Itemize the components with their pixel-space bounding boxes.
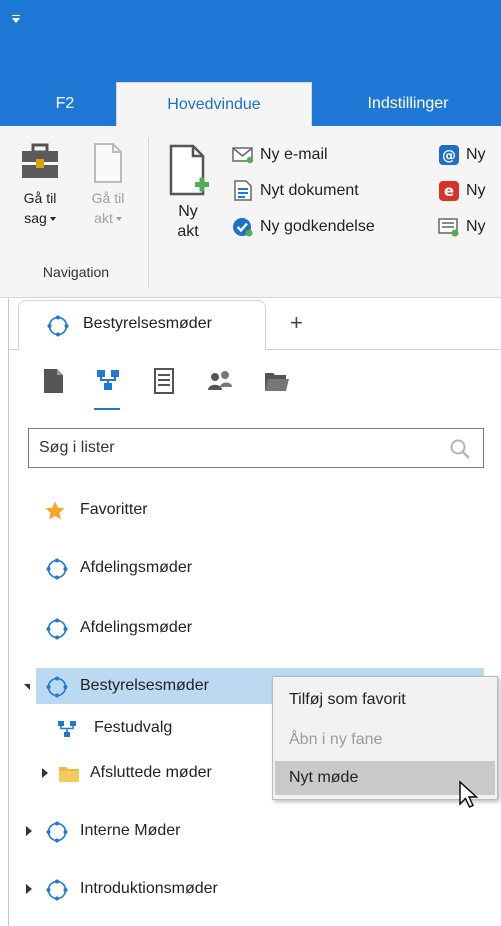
meeting-cycle-icon xyxy=(46,676,68,698)
tree-item-label: Introduktionsmøder xyxy=(80,880,218,897)
tree-item-label: Festudvalg xyxy=(94,719,173,736)
briefcase-icon xyxy=(22,143,58,178)
tab-indstillinger[interactable]: Indstillinger xyxy=(328,82,488,126)
meeting-cycle-icon xyxy=(47,315,69,337)
tree-item-label: Interne Møder xyxy=(80,822,181,839)
meeting-cycle-icon xyxy=(46,558,68,580)
quick-access-dropdown-icon[interactable] xyxy=(12,15,20,23)
new-mail-variant-button[interactable]: @ Ny xyxy=(438,142,486,168)
form-icon xyxy=(438,218,459,237)
new-text-document-button[interactable]: Nyt dokument xyxy=(232,178,359,204)
folder-view-icon[interactable] xyxy=(262,366,290,396)
svg-text:@: @ xyxy=(442,148,456,164)
meeting-cycle-icon xyxy=(46,879,68,901)
star-icon xyxy=(45,501,65,520)
envelope-icon xyxy=(232,147,254,163)
tree-item-interne-moder[interactable]: Interne Møder xyxy=(36,813,476,849)
hierarchy-view-icon[interactable] xyxy=(94,366,122,396)
menu-item-open-new-tab: Åbn i ny fane xyxy=(289,731,383,748)
doc-tab-bestyrelsesmoder[interactable]: Bestyrelsesmøder xyxy=(18,300,266,350)
new-email-button[interactable]: Ny e-mail xyxy=(232,142,328,168)
goto-doc-button[interactable]: Gå til akt xyxy=(78,142,138,228)
approval-check-icon xyxy=(233,217,253,237)
add-tab-icon[interactable]: + xyxy=(290,310,303,336)
new-document-button[interactable]: Ny akt xyxy=(162,144,214,242)
search-icon[interactable] xyxy=(449,438,471,460)
meeting-cycle-icon xyxy=(46,821,68,843)
expand-icon[interactable] xyxy=(26,826,32,836)
tree-item-label: Afdelingsmøder xyxy=(80,619,193,636)
doc-tab-label: Bestyrelsesmøder xyxy=(83,315,212,332)
tree-item-label: Bestyrelsesmøder xyxy=(80,677,209,694)
document-view-icon[interactable] xyxy=(40,366,68,396)
tab-hovedvindue[interactable]: Hovedvindue xyxy=(116,82,312,126)
new-document-label2: akt xyxy=(177,223,199,240)
contacts-view-icon[interactable] xyxy=(206,366,234,396)
expand-icon[interactable] xyxy=(26,884,32,894)
tree-item-label: Afdelingsmøder xyxy=(80,559,193,576)
meeting-cycle-icon xyxy=(46,618,68,640)
cut-item-label-2: Ny xyxy=(466,182,486,199)
new-text-document-label: Nyt dokument xyxy=(260,182,359,199)
navigation-group-label: Navigation xyxy=(42,264,110,280)
hierarchy-icon xyxy=(58,721,76,737)
tree-item-introduktionsmoder[interactable]: Introduktionsmøder xyxy=(36,871,476,907)
tree-item-favorites[interactable]: Favoritter xyxy=(36,492,476,528)
goto-doc-label2: akt xyxy=(78,208,138,228)
at-sign-icon: @ xyxy=(439,144,459,165)
active-view-indicator xyxy=(94,408,120,410)
tree-item-afsluttede-moder[interactable]: Afsluttede møder xyxy=(56,755,276,791)
tree-item-festudvalg[interactable]: Festudvalg xyxy=(56,710,276,746)
chevron-down-icon xyxy=(49,217,56,222)
new-e-document-button[interactable]: e Ny xyxy=(438,178,486,204)
goto-case-label1: Gå til xyxy=(23,190,57,206)
new-document-icon xyxy=(169,144,209,196)
tree-item-label: Afsluttede møder xyxy=(90,764,212,781)
goto-doc-label1: Gå til xyxy=(91,190,125,206)
tree-item-afdelingsmoder-1[interactable]: Afdelingsmøder xyxy=(36,550,476,586)
collapse-icon[interactable] xyxy=(24,684,30,690)
goto-case-label2: sag xyxy=(10,208,70,228)
ribbon-separator xyxy=(148,138,149,288)
list-search-box[interactable] xyxy=(28,428,484,468)
mouse-cursor-icon xyxy=(459,780,479,808)
folder-icon xyxy=(59,767,79,782)
search-input[interactable] xyxy=(39,437,419,459)
tree-item-label: Favoritter xyxy=(80,501,148,518)
tree-item-afdelingsmoder-2[interactable]: Afdelingsmøder xyxy=(36,610,476,646)
new-approval-button[interactable]: Ny godkendelse xyxy=(232,214,375,240)
cut-item-label-1: Ny xyxy=(466,146,486,163)
list-view-icon[interactable] xyxy=(150,366,178,396)
goto-case-button[interactable]: Gå til sag xyxy=(10,142,70,228)
expand-icon[interactable] xyxy=(42,768,48,778)
cut-item-label-3: Ny xyxy=(466,218,486,235)
svg-text:e: e xyxy=(444,182,454,200)
new-document-label1: Ny xyxy=(178,203,198,220)
tab-f2[interactable]: F2 xyxy=(30,82,100,126)
new-approval-label: Ny godkendelse xyxy=(260,218,375,235)
e-letter-icon: e xyxy=(439,180,459,201)
document-icon xyxy=(94,143,122,183)
new-email-label: Ny e-mail xyxy=(260,146,328,163)
new-form-button[interactable]: Ny xyxy=(438,214,486,240)
ribbon-panel: Gå til sag Gå til akt Navigation Ny akt … xyxy=(0,126,501,298)
text-document-icon xyxy=(234,180,252,201)
menu-item-add-favorite[interactable]: Tilføj som favorit xyxy=(275,683,495,717)
chevron-down-icon xyxy=(115,217,122,222)
